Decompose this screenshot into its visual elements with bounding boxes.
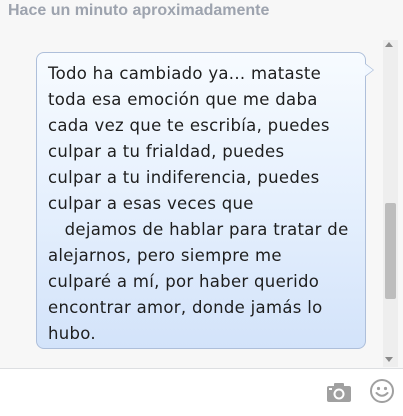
scroll-up-arrow-icon[interactable] [385, 42, 393, 47]
scrollbar-thumb[interactable] [385, 203, 396, 299]
message-input[interactable] [6, 375, 306, 409]
message-bubble: Todo ha cambiado ya... mataste toda esa … [36, 52, 366, 349]
message-composer [0, 368, 403, 416]
conversation-panel[interactable]: Hace un minuto aproximadamente Todo ha c… [0, 0, 403, 368]
message-timestamp: Hace un minuto aproximadamente [8, 2, 270, 19]
scroll-down-arrow-icon[interactable] [385, 357, 393, 362]
bubble-tail-fill [365, 64, 373, 76]
camera-icon[interactable] [326, 381, 352, 403]
smiley-icon[interactable] [369, 378, 395, 404]
